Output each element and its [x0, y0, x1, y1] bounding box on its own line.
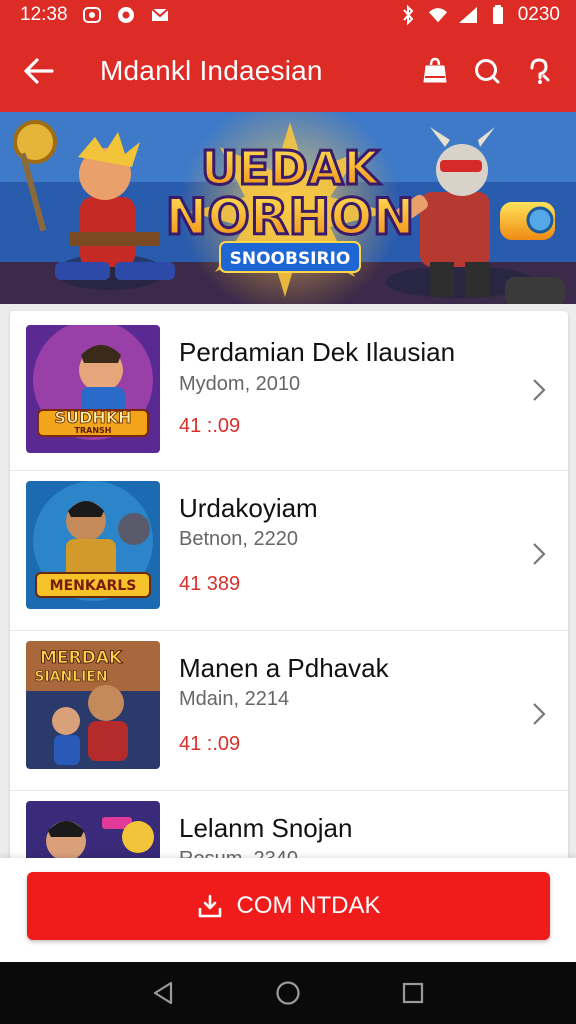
item-price: 41 :.09: [179, 733, 241, 755]
nav-home-icon: [276, 981, 300, 1005]
thumb-logo-text: MERDAK: [40, 648, 123, 668]
camera-notification-icon: [82, 5, 102, 25]
item-title: Lelanm Snojan: [179, 813, 353, 843]
back-button[interactable]: [0, 30, 78, 112]
app-screen: 12:38 0230 Mdankl Indaesian UEDAK NORHON…: [0, 0, 576, 1024]
list-item[interactable]: SUDHKH TRANSH Perdamian Dek Ilausian Myd…: [10, 311, 568, 471]
thumb-logo-text: SUDHKH: [55, 408, 132, 427]
item-price: 41 :.09: [179, 415, 241, 437]
thumb-logo-subtext: SIANLIEN: [34, 669, 107, 685]
page-title: Mdankl Indaesian: [100, 55, 323, 86]
chevron-right-icon: [528, 699, 550, 729]
item-subtitle: Mydom, 2010: [179, 373, 301, 395]
status-time-right: 0230: [517, 4, 560, 25]
nav-home-button[interactable]: [268, 973, 308, 1013]
banner-subtitle: SNOOBSIRIO: [230, 249, 351, 269]
nav-recents-button[interactable]: [393, 973, 433, 1013]
item-thumbnail: MENKARLS: [26, 481, 160, 609]
item-thumbnail: MERDAK SIANLIEN: [26, 641, 160, 769]
bottom-action-bar: COM NTDAK: [0, 858, 576, 962]
item-title: Perdamian Dek Ilausian: [179, 337, 456, 367]
search-button[interactable]: [470, 54, 504, 88]
nav-recents-icon: [403, 982, 424, 1004]
nav-back-icon: [153, 981, 172, 1005]
signal-icon: [458, 5, 478, 25]
status-bar: 12:38 0230: [0, 0, 576, 30]
product-list: SUDHKH TRANSH Perdamian Dek Ilausian Myd…: [10, 311, 568, 871]
nav-back-button[interactable]: [143, 973, 183, 1013]
item-title: Urdakoyiam: [179, 493, 318, 523]
status-time: 12:38: [20, 4, 68, 25]
shopping-bag-icon: [423, 57, 447, 83]
item-subtitle: Betnon, 2220: [179, 528, 298, 550]
chat-notification-icon: [116, 5, 136, 25]
help-icon: [530, 58, 550, 84]
banner-title-line2: NORHON: [165, 188, 414, 246]
download-icon: [198, 894, 221, 918]
list-item[interactable]: MENKARLS Urdakoyiam Betnon, 2220 41 389: [10, 471, 568, 631]
cart-button[interactable]: [418, 54, 452, 88]
help-button[interactable]: [522, 54, 556, 88]
contact-button-label: COM NTDAK: [236, 892, 381, 919]
battery-icon: [488, 5, 508, 25]
system-nav-bar: [0, 962, 576, 1024]
banner-title-line1: UEDAK: [201, 141, 382, 195]
chevron-right-icon: [528, 375, 550, 405]
search-icon: [475, 59, 500, 84]
item-subtitle: Mdain, 2214: [179, 688, 290, 710]
mail-notification-icon: [150, 5, 170, 25]
bluetooth-icon: [398, 5, 418, 25]
chevron-right-icon: [528, 539, 550, 569]
thumb-logo-subtext: TRANSH: [75, 426, 112, 435]
item-price: 41 389: [179, 573, 241, 595]
item-title: Manen a Pdhavak: [179, 653, 389, 683]
contact-button[interactable]: COM NTDAK: [27, 872, 550, 940]
list-item[interactable]: MERDAK SIANLIEN Manen a Pdhavak Mdain, 2…: [10, 631, 568, 791]
back-arrow-icon: [24, 58, 54, 84]
thumb-logo-text: MENKARLS: [50, 578, 137, 594]
wifi-icon: [428, 5, 448, 25]
item-thumbnail: SUDHKH TRANSH: [26, 325, 160, 453]
promo-banner[interactable]: UEDAK NORHON SNOOBSIRIO: [0, 112, 576, 304]
app-bar: Mdankl Indaesian: [0, 30, 576, 112]
banner-illustration: UEDAK NORHON SNOOBSIRIO: [0, 112, 576, 304]
